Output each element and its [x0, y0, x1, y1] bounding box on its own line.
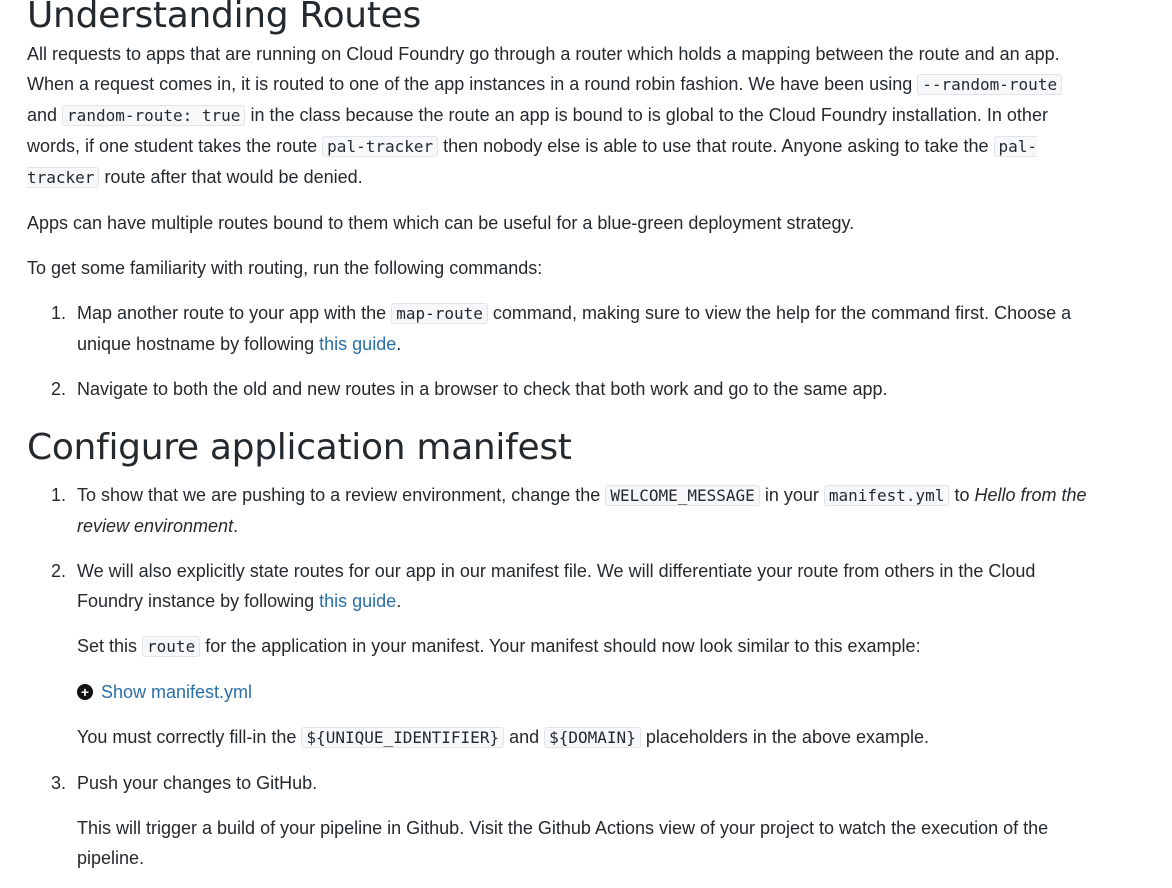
text: . — [233, 516, 239, 536]
text: to — [949, 485, 975, 505]
text: and — [27, 105, 63, 125]
list-number: 3. — [51, 773, 67, 793]
show-manifest-label[interactable]: Show manifest.yml — [101, 677, 252, 707]
text: then nobody else is able to use that rou… — [438, 136, 994, 156]
manifest-steps-list: 1. To show that we are pushing to a revi… — [27, 480, 1097, 873]
this-guide-link[interactable]: this guide — [319, 334, 396, 354]
code-welcome-message: WELCOME_MESSAGE — [605, 485, 760, 506]
heading-understanding-routes: Understanding Routes — [27, 0, 421, 36]
routes-intro-paragraph: All requests to apps that are running on… — [27, 39, 1097, 193]
route-instruction: Set this route for the application in yo… — [77, 631, 1097, 662]
routing-steps-list: 1. Map another route to your app with th… — [27, 298, 1097, 404]
text: and — [504, 727, 545, 747]
list-number: 2. — [51, 379, 67, 399]
code-manifest-yml: manifest.yml — [823, 485, 950, 506]
list-number: 1. — [51, 303, 67, 323]
code-route: route — [142, 636, 201, 657]
show-manifest-toggle[interactable]: + Show manifest.yml — [77, 677, 1097, 707]
code-unique-identifier: ${UNIQUE_IDENTIFIER} — [301, 727, 505, 748]
pipeline-note: This will trigger a build of your pipeli… — [77, 818, 1049, 868]
code-random-route-true: random-route: true — [62, 105, 246, 126]
this-guide-link[interactable]: this guide — [319, 591, 396, 611]
text: . — [396, 334, 402, 354]
plus-circle-icon[interactable]: + — [77, 684, 93, 700]
list-number: 1. — [51, 485, 67, 505]
text: placeholders in the above example. — [640, 727, 930, 747]
text: We will also explicitly state routes for… — [77, 561, 1036, 611]
document-body: Understanding Routes All requests to app… — [0, 0, 1097, 873]
text: in your — [759, 485, 824, 505]
text: Navigate to both the old and new routes … — [77, 379, 888, 399]
text: All requests to apps that are running on… — [27, 44, 1060, 94]
text: You must correctly fill-in the — [77, 727, 302, 747]
code-random-route-flag: --random-route — [917, 74, 1063, 95]
list-item: 1. To show that we are pushing to a revi… — [27, 480, 1097, 541]
step-text: Push your changes to GitHub. — [77, 773, 318, 793]
heading-configure-manifest: Configure application manifest — [27, 427, 572, 468]
text: Set this — [77, 636, 143, 656]
list-item: 3. Push your changes to GitHub. This wil… — [27, 768, 1097, 873]
text: Map another route to your app with the — [77, 303, 392, 323]
code-domain: ${DOMAIN} — [544, 727, 641, 748]
placeholder-instruction: You must correctly fill-in the ${UNIQUE_… — [77, 722, 1097, 753]
list-number: 2. — [51, 561, 67, 581]
text: for the application in your manifest. Yo… — [200, 636, 921, 656]
list-item: 2. Navigate to both the old and new rout… — [27, 374, 1097, 404]
text: . — [396, 591, 402, 611]
text: route after that would be denied. — [99, 167, 363, 187]
code-map-route: map-route — [391, 303, 488, 324]
multiple-routes-paragraph: Apps can have multiple routes bound to t… — [27, 213, 855, 233]
list-item: 2. We will also explicitly state routes … — [27, 556, 1097, 753]
list-item: 1. Map another route to your app with th… — [27, 298, 1097, 359]
step-text: We will also explicitly state routes for… — [77, 556, 1097, 616]
familiarity-paragraph: To get some familiarity with routing, ru… — [27, 258, 543, 278]
code-pal-tracker: pal-tracker — [322, 136, 439, 157]
text: To show that we are pushing to a review … — [77, 485, 606, 505]
